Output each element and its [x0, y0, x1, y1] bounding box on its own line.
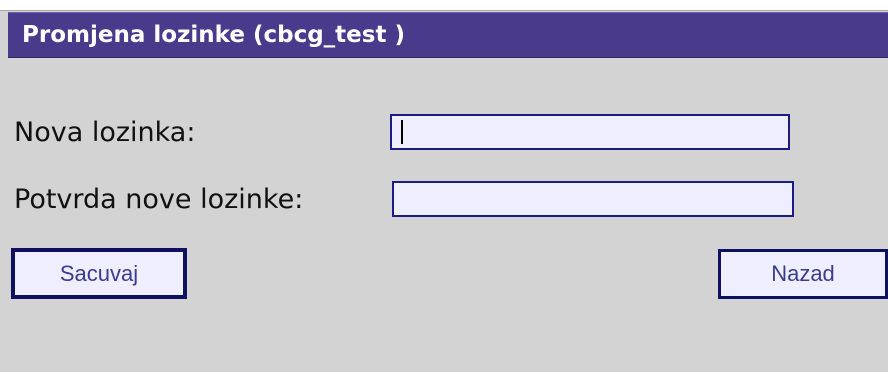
- text-caret: [401, 120, 403, 144]
- confirm-password-input[interactable]: [392, 181, 794, 217]
- new-password-label: Nova lozinka:: [14, 117, 196, 148]
- page-title: Promjena lozinke (cbcg_test ): [22, 22, 405, 48]
- save-button[interactable]: Sacuvaj: [11, 248, 187, 299]
- new-password-input[interactable]: [390, 114, 790, 150]
- back-button[interactable]: Nazad: [718, 249, 888, 299]
- confirm-password-label: Potvrda nove lozinke:: [14, 184, 304, 215]
- title-bar: Promjena lozinke (cbcg_test ): [8, 12, 888, 58]
